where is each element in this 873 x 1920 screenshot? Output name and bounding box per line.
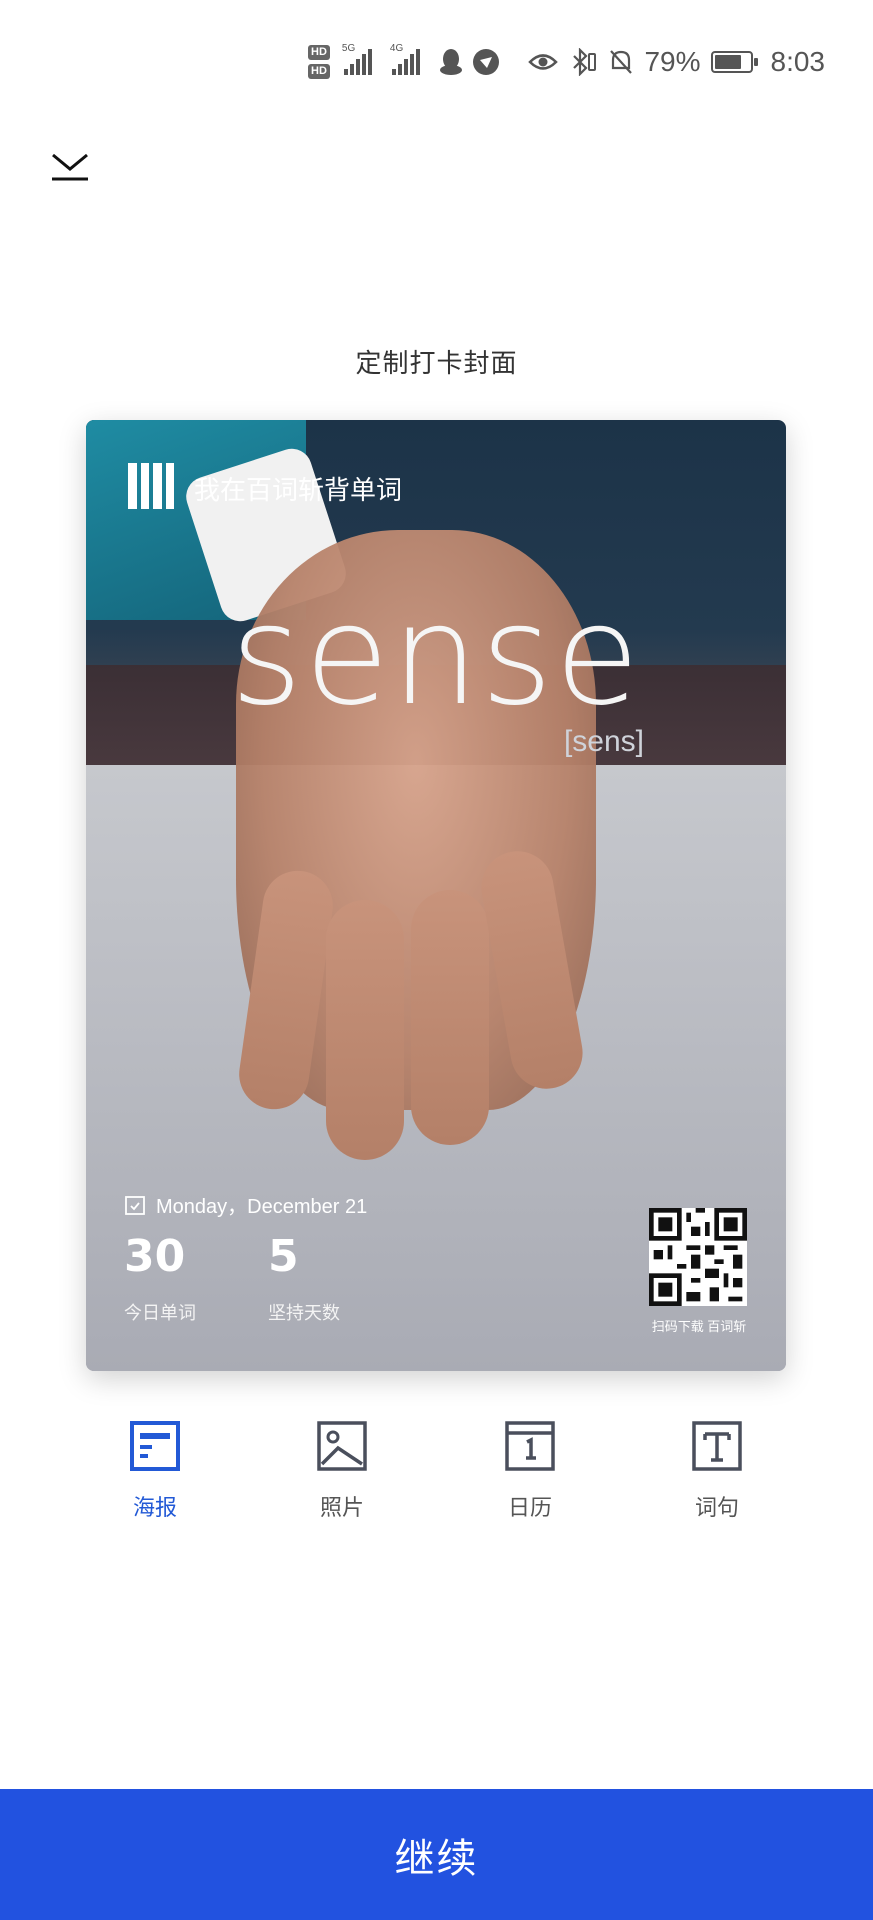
tab-poster[interactable]: 海报: [95, 1420, 215, 1522]
photo-finger: [326, 900, 404, 1160]
battery-icon: [710, 51, 758, 73]
date-text: Monday，December 21: [156, 1196, 368, 1218]
poster-card: 我在百词斩背单词 sense [sens] Monday，December 21…: [86, 420, 786, 1371]
page-title: 定制打卡封面: [355, 348, 518, 378]
clock: 8:03: [770, 46, 826, 77]
signal-4g-icon: 4G: [390, 43, 420, 75]
stat-today-words: 30 今日单词: [124, 1235, 196, 1325]
continue-button[interactable]: 继续: [0, 1789, 873, 1920]
tab-label: 词句: [694, 1495, 739, 1520]
stat-label: 今日单词: [124, 1303, 196, 1323]
battery-level: [714, 55, 742, 69]
baicizhan-logo: [128, 463, 174, 509]
eye-comfort-icon: [528, 54, 559, 70]
stat-streak-days: 5 坚持天数: [268, 1235, 340, 1325]
poster-icon: [130, 1421, 180, 1471]
stat-value: 5: [268, 1231, 299, 1282]
phonetic: [sens]: [563, 725, 644, 758]
text-icon: [692, 1421, 742, 1471]
qr-caption: 扫码下载 百词斩: [651, 1319, 747, 1334]
battery-percent: 79%: [644, 46, 701, 77]
status-right-icons: 79% 8:03: [528, 42, 825, 82]
signal-5g-icon: 5G: [342, 43, 372, 75]
tab-photo[interactable]: 照片: [282, 1420, 402, 1522]
tab-label: 日历: [507, 1495, 552, 1520]
hd-icon: HD: [308, 45, 330, 60]
stat-value: 30: [124, 1231, 186, 1282]
collapse-button[interactable]: [40, 145, 100, 190]
calendar-check-icon: [125, 1195, 145, 1215]
tab-calendar[interactable]: 日历: [470, 1420, 590, 1522]
mute-bell-icon: [610, 50, 633, 74]
chevron-down-icon: [52, 153, 88, 181]
tab-label: 海报: [132, 1495, 177, 1520]
word-display: sense: [230, 575, 642, 736]
hd-icons: HD HD: [308, 45, 330, 79]
hd-icon: HD: [308, 64, 330, 79]
photo-finger: [411, 890, 489, 1145]
brand-text: 我在百词斩背单词: [194, 475, 403, 505]
date-row: Monday，December 21: [124, 1190, 367, 1219]
calendar-icon: [505, 1421, 555, 1471]
status-left-icons: HD HD 5G 4G: [308, 42, 500, 82]
tab-label: 照片: [319, 1495, 364, 1520]
tab-quote[interactable]: 词句: [657, 1420, 777, 1522]
qq-icon: [439, 49, 462, 75]
bluetooth-icon: [573, 48, 597, 76]
app-notification-icon: [472, 49, 499, 75]
stat-label: 坚持天数: [268, 1303, 340, 1323]
photo-icon: [317, 1421, 367, 1471]
status-bar: HD HD 5G 4G 79% 8:03: [0, 0, 873, 130]
template-tabs: 海报 照片 日历 词句: [0, 1420, 873, 1540]
qr-code: [649, 1208, 747, 1306]
